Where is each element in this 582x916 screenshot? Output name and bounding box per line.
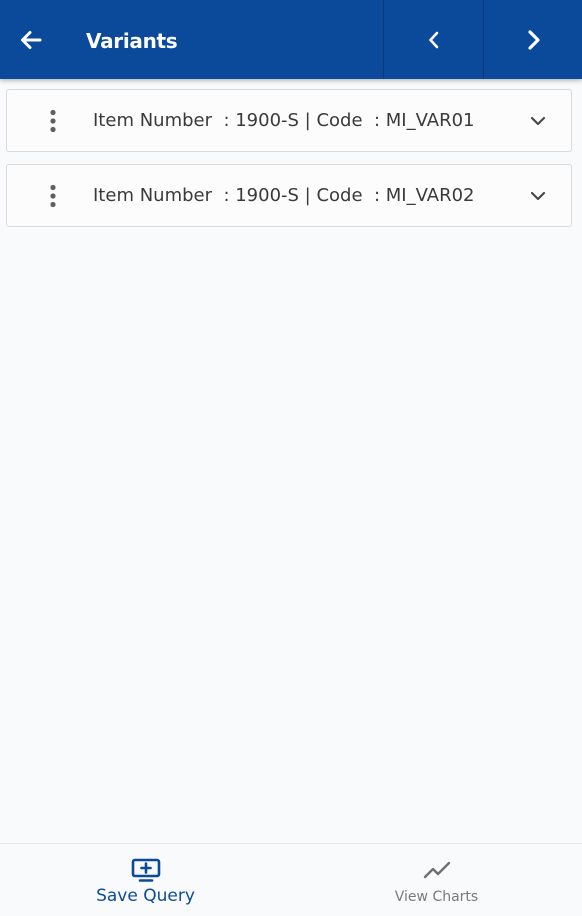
- bottom-navigation: Save Query View Charts: [0, 843, 582, 916]
- previous-button[interactable]: [383, 0, 483, 79]
- chevron-left-icon: [428, 31, 438, 48]
- variant-menu-button[interactable]: [39, 105, 67, 137]
- chevron-right-icon: [527, 29, 540, 50]
- save-query-label: Save Query: [96, 886, 195, 906]
- view-charts-button[interactable]: View Charts: [291, 844, 582, 916]
- next-button[interactable]: [483, 0, 582, 79]
- more-vertical-icon: [50, 184, 56, 208]
- variant-card[interactable]: Item Number : 1900-S | Code : MI_VAR02: [6, 164, 572, 227]
- variant-summary: Item Number : 1900-S | Code : MI_VAR02: [93, 185, 475, 206]
- chevron-down-icon: [530, 191, 546, 201]
- monitor-plus-icon: [131, 858, 160, 882]
- more-vertical-icon: [50, 109, 56, 133]
- expand-button[interactable]: [524, 182, 552, 210]
- variant-summary: Item Number : 1900-S | Code : MI_VAR01: [93, 110, 475, 131]
- view-charts-label: View Charts: [394, 889, 479, 905]
- expand-button[interactable]: [524, 107, 552, 135]
- page-title: Variants: [86, 29, 178, 53]
- app-header: Variants: [0, 0, 582, 79]
- arrow-left-icon: [21, 31, 42, 49]
- variant-card[interactable]: Item Number : 1900-S | Code : MI_VAR01: [6, 89, 572, 152]
- chevron-down-icon: [530, 116, 546, 126]
- back-button[interactable]: [10, 19, 52, 61]
- save-query-button[interactable]: Save Query: [0, 844, 291, 916]
- variant-menu-button[interactable]: [39, 180, 67, 212]
- trending-line-icon: [423, 861, 450, 879]
